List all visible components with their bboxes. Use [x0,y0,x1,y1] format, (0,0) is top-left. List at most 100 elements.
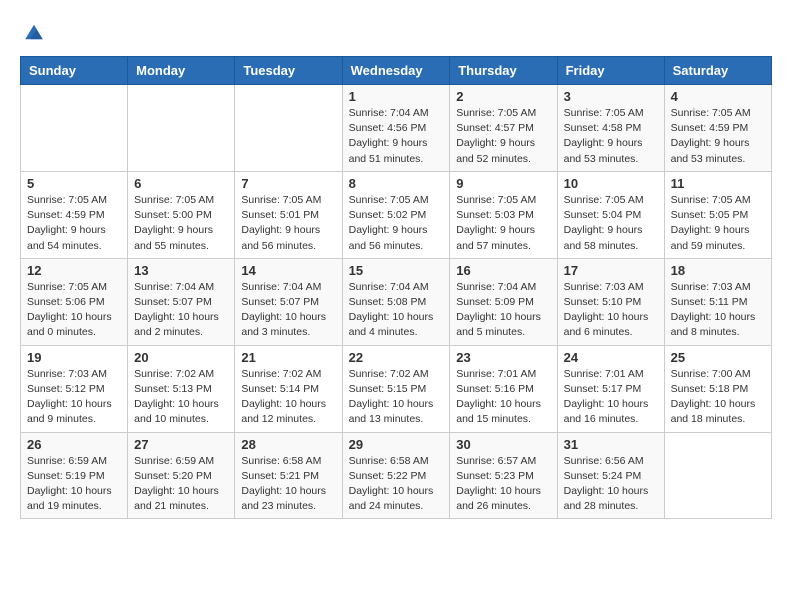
logo [20,20,46,40]
calendar-cell: 8 Sunrise: 7:05 AM Sunset: 5:02 PM Daylig… [342,171,450,258]
days-of-week-row: SundayMondayTuesdayWednesdayThursdayFrid… [21,57,772,85]
calendar-cell: 15 Sunrise: 7:04 AM Sunset: 5:08 PM Dayli… [342,258,450,345]
day-detail: Sunrise: 6:59 AM Sunset: 5:19 PM Dayligh… [27,454,121,515]
day-number: 30 [456,437,550,452]
day-number: 11 [671,176,765,191]
day-number: 19 [27,350,121,365]
day-number: 16 [456,263,550,278]
calendar-cell: 31 Sunrise: 6:56 AM Sunset: 5:24 PM Dayli… [557,432,664,519]
day-of-week-header: Thursday [450,57,557,85]
day-number: 18 [671,263,765,278]
day-number: 17 [564,263,658,278]
calendar-cell [664,432,771,519]
day-detail: Sunrise: 7:04 AM Sunset: 5:09 PM Dayligh… [456,280,550,341]
calendar-cell: 5Sunrise: 7:05 AM Sunset: 4:59 PM Daylig… [21,171,128,258]
day-of-week-header: Saturday [664,57,771,85]
day-number: 21 [241,350,335,365]
calendar-cell: 25Sunrise: 7:00 AM Sunset: 5:18 PM Dayli… [664,345,771,432]
logo-icon [22,20,46,44]
day-of-week-header: Sunday [21,57,128,85]
calendar-cell: 21 Sunrise: 7:02 AM Sunset: 5:14 PM Dayli… [235,345,342,432]
calendar-cell: 2 Sunrise: 7:05 AM Sunset: 4:57 PM Daylig… [450,85,557,172]
calendar-cell: 18 Sunrise: 7:03 AM Sunset: 5:11 PM Dayli… [664,258,771,345]
calendar-cell: 19 Sunrise: 7:03 AM Sunset: 5:12 PM Dayli… [21,345,128,432]
day-number: 29 [349,437,444,452]
day-detail: Sunrise: 6:58 AM Sunset: 5:21 PM Dayligh… [241,454,335,515]
calendar-cell [21,85,128,172]
day-detail: Sunrise: 7:05 AM Sunset: 5:04 PM Dayligh… [564,193,658,254]
day-detail: Sunrise: 7:03 AM Sunset: 5:11 PM Dayligh… [671,280,765,341]
day-detail: Sunrise: 7:02 AM Sunset: 5:13 PM Dayligh… [134,367,228,428]
calendar-cell: 7 Sunrise: 7:05 AM Sunset: 5:01 PM Daylig… [235,171,342,258]
day-number: 23 [456,350,550,365]
calendar-cell: 14 Sunrise: 7:04 AM Sunset: 5:07 PM Dayli… [235,258,342,345]
day-detail: Sunrise: 7:02 AM Sunset: 5:14 PM Dayligh… [241,367,335,428]
day-detail: Sunrise: 7:05 AM Sunset: 4:59 PM Dayligh… [671,106,765,167]
day-number: 6 [134,176,228,191]
day-number: 7 [241,176,335,191]
day-detail: Sunrise: 7:04 AM Sunset: 5:07 PM Dayligh… [241,280,335,341]
day-detail: Sunrise: 6:56 AM Sunset: 5:24 PM Dayligh… [564,454,658,515]
day-number: 10 [564,176,658,191]
calendar-cell: 10 Sunrise: 7:05 AM Sunset: 5:04 PM Dayli… [557,171,664,258]
day-number: 26 [27,437,121,452]
day-detail: Sunrise: 7:05 AM Sunset: 5:01 PM Dayligh… [241,193,335,254]
day-number: 24 [564,350,658,365]
day-detail: Sunrise: 7:02 AM Sunset: 5:15 PM Dayligh… [349,367,444,428]
day-detail: Sunrise: 7:05 AM Sunset: 5:00 PM Dayligh… [134,193,228,254]
day-number: 8 [349,176,444,191]
day-detail: Sunrise: 7:03 AM Sunset: 5:12 PM Dayligh… [27,367,121,428]
day-of-week-header: Monday [128,57,235,85]
calendar-week-row: 19 Sunrise: 7:03 AM Sunset: 5:12 PM Dayli… [21,345,772,432]
day-detail: Sunrise: 7:04 AM Sunset: 5:07 PM Dayligh… [134,280,228,341]
calendar-cell: 28 Sunrise: 6:58 AM Sunset: 5:21 PM Dayli… [235,432,342,519]
day-detail: Sunrise: 7:05 AM Sunset: 4:57 PM Dayligh… [456,106,550,167]
calendar-cell: 9Sunrise: 7:05 AM Sunset: 5:03 PM Daylig… [450,171,557,258]
day-of-week-header: Tuesday [235,57,342,85]
day-detail: Sunrise: 7:04 AM Sunset: 5:08 PM Dayligh… [349,280,444,341]
calendar-cell: 30 Sunrise: 6:57 AM Sunset: 5:23 PM Dayli… [450,432,557,519]
calendar-cell: 3Sunrise: 7:05 AM Sunset: 4:58 PM Daylig… [557,85,664,172]
calendar-cell: 27 Sunrise: 6:59 AM Sunset: 5:20 PM Dayli… [128,432,235,519]
day-number: 1 [349,89,444,104]
day-detail: Sunrise: 7:05 AM Sunset: 5:06 PM Dayligh… [27,280,121,341]
day-detail: Sunrise: 6:58 AM Sunset: 5:22 PM Dayligh… [349,454,444,515]
page-header [20,20,772,40]
day-number: 27 [134,437,228,452]
day-number: 22 [349,350,444,365]
day-number: 2 [456,89,550,104]
day-detail: Sunrise: 7:05 AM Sunset: 5:02 PM Dayligh… [349,193,444,254]
day-number: 31 [564,437,658,452]
calendar-cell: 16 Sunrise: 7:04 AM Sunset: 5:09 PM Dayli… [450,258,557,345]
day-number: 28 [241,437,335,452]
day-detail: Sunrise: 7:05 AM Sunset: 5:03 PM Dayligh… [456,193,550,254]
day-number: 20 [134,350,228,365]
day-number: 3 [564,89,658,104]
day-number: 25 [671,350,765,365]
calendar-header: SundayMondayTuesdayWednesdayThursdayFrid… [21,57,772,85]
day-number: 12 [27,263,121,278]
day-of-week-header: Wednesday [342,57,450,85]
calendar-cell: 29 Sunrise: 6:58 AM Sunset: 5:22 PM Dayli… [342,432,450,519]
day-detail: Sunrise: 6:57 AM Sunset: 5:23 PM Dayligh… [456,454,550,515]
day-detail: Sunrise: 7:03 AM Sunset: 5:10 PM Dayligh… [564,280,658,341]
day-number: 15 [349,263,444,278]
calendar-cell: 24Sunrise: 7:01 AM Sunset: 5:17 PM Dayli… [557,345,664,432]
calendar-cell: 26 Sunrise: 6:59 AM Sunset: 5:19 PM Dayli… [21,432,128,519]
calendar-body: 1 Sunrise: 7:04 AM Sunset: 4:56 PM Daylig… [21,85,772,519]
day-number: 4 [671,89,765,104]
day-detail: Sunrise: 7:04 AM Sunset: 4:56 PM Dayligh… [349,106,444,167]
day-number: 5 [27,176,121,191]
calendar-week-row: 12 Sunrise: 7:05 AM Sunset: 5:06 PM Dayli… [21,258,772,345]
calendar-cell: 17 Sunrise: 7:03 AM Sunset: 5:10 PM Dayli… [557,258,664,345]
calendar-cell: 12 Sunrise: 7:05 AM Sunset: 5:06 PM Dayli… [21,258,128,345]
calendar-cell: 11Sunrise: 7:05 AM Sunset: 5:05 PM Dayli… [664,171,771,258]
calendar-cell: 6 Sunrise: 7:05 AM Sunset: 5:00 PM Daylig… [128,171,235,258]
calendar-cell: 1 Sunrise: 7:04 AM Sunset: 4:56 PM Daylig… [342,85,450,172]
calendar-cell: 4 Sunrise: 7:05 AM Sunset: 4:59 PM Daylig… [664,85,771,172]
day-detail: Sunrise: 6:59 AM Sunset: 5:20 PM Dayligh… [134,454,228,515]
day-number: 14 [241,263,335,278]
calendar-week-row: 26 Sunrise: 6:59 AM Sunset: 5:19 PM Dayli… [21,432,772,519]
calendar-table: SundayMondayTuesdayWednesdayThursdayFrid… [20,56,772,519]
day-number: 13 [134,263,228,278]
